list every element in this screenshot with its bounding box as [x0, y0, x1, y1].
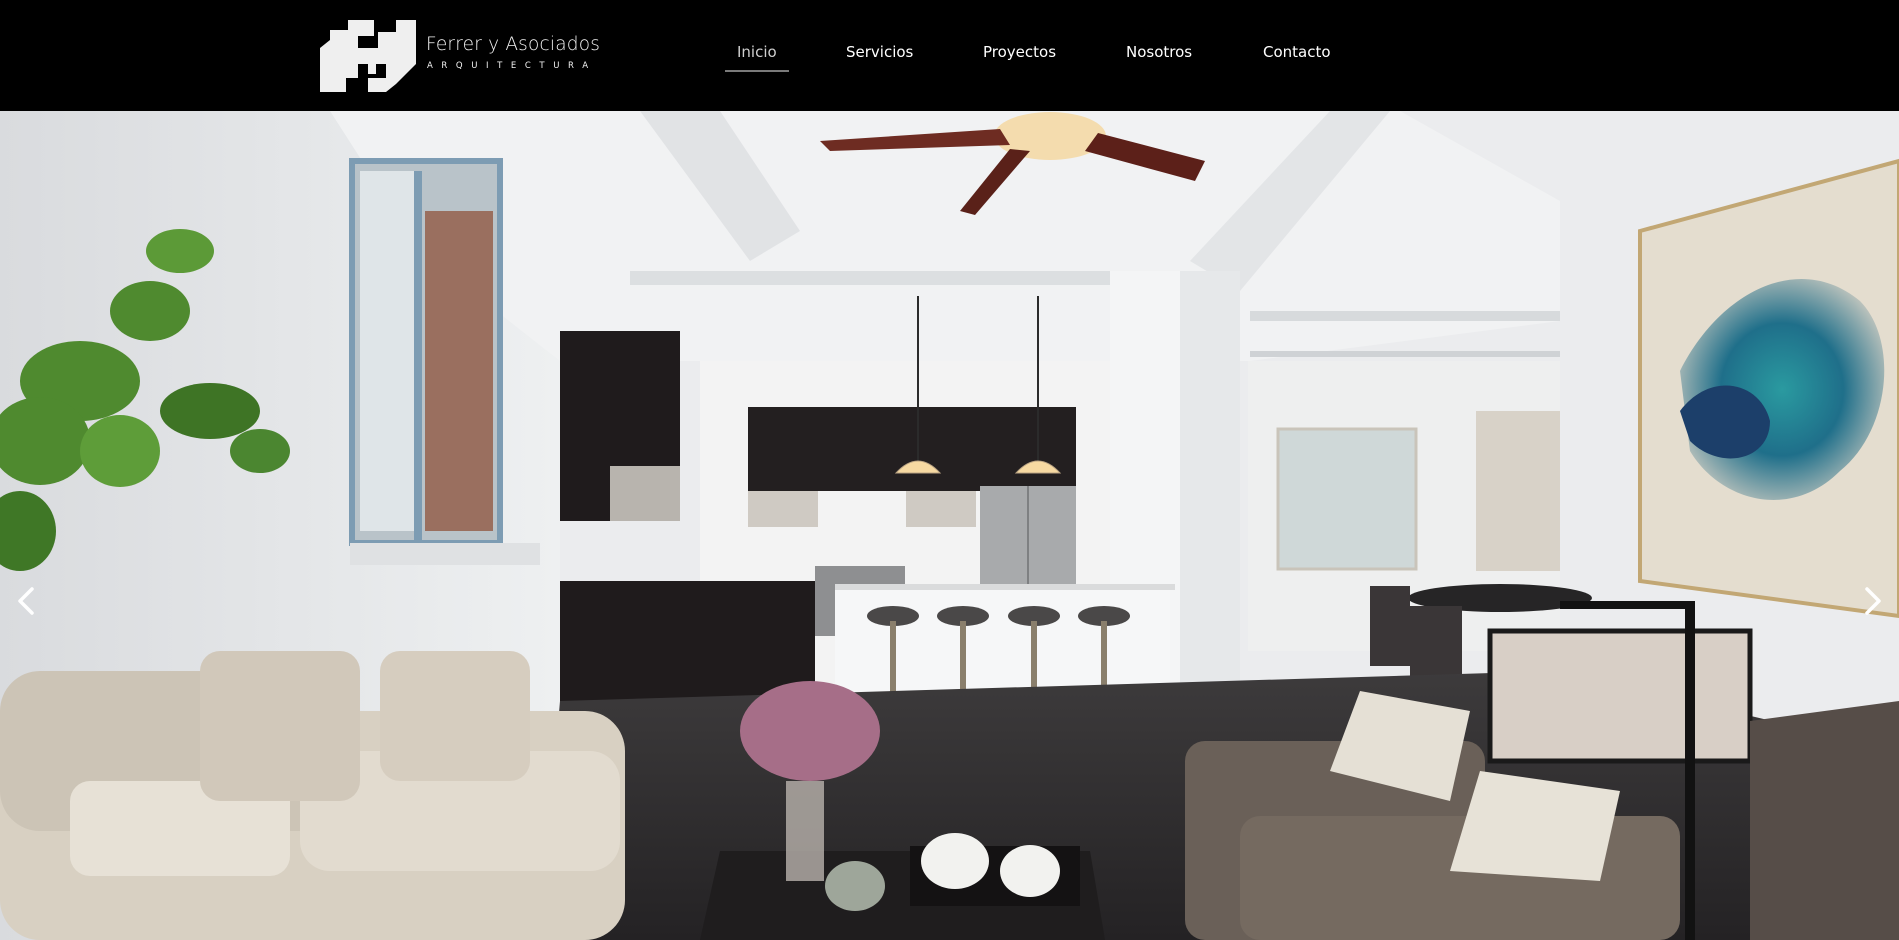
- nav-active-underline: [725, 70, 789, 72]
- brand-logo[interactable]: Ferrer y Asociados ARQUITECTURA: [320, 20, 610, 92]
- slider-next-button[interactable]: [1855, 581, 1891, 621]
- site-header: Ferrer y Asociados ARQUITECTURA Inicio S…: [0, 0, 1899, 111]
- slider-prev-button[interactable]: [8, 581, 44, 621]
- brand-name: Ferrer y Asociados: [426, 34, 601, 55]
- nav-item-nosotros[interactable]: Nosotros: [1126, 43, 1192, 61]
- nav-item-contacto[interactable]: Contacto: [1263, 43, 1331, 61]
- brand-subtitle: ARQUITECTURA: [427, 61, 597, 71]
- nav-item-inicio[interactable]: Inicio: [737, 43, 777, 61]
- hero-slider: [0, 111, 1899, 940]
- nav-item-proyectos[interactable]: Proyectos: [983, 43, 1056, 61]
- brand-logo-icon: [320, 20, 416, 92]
- nav-item-servicios[interactable]: Servicios: [846, 43, 913, 61]
- hero-image: [0, 111, 1899, 940]
